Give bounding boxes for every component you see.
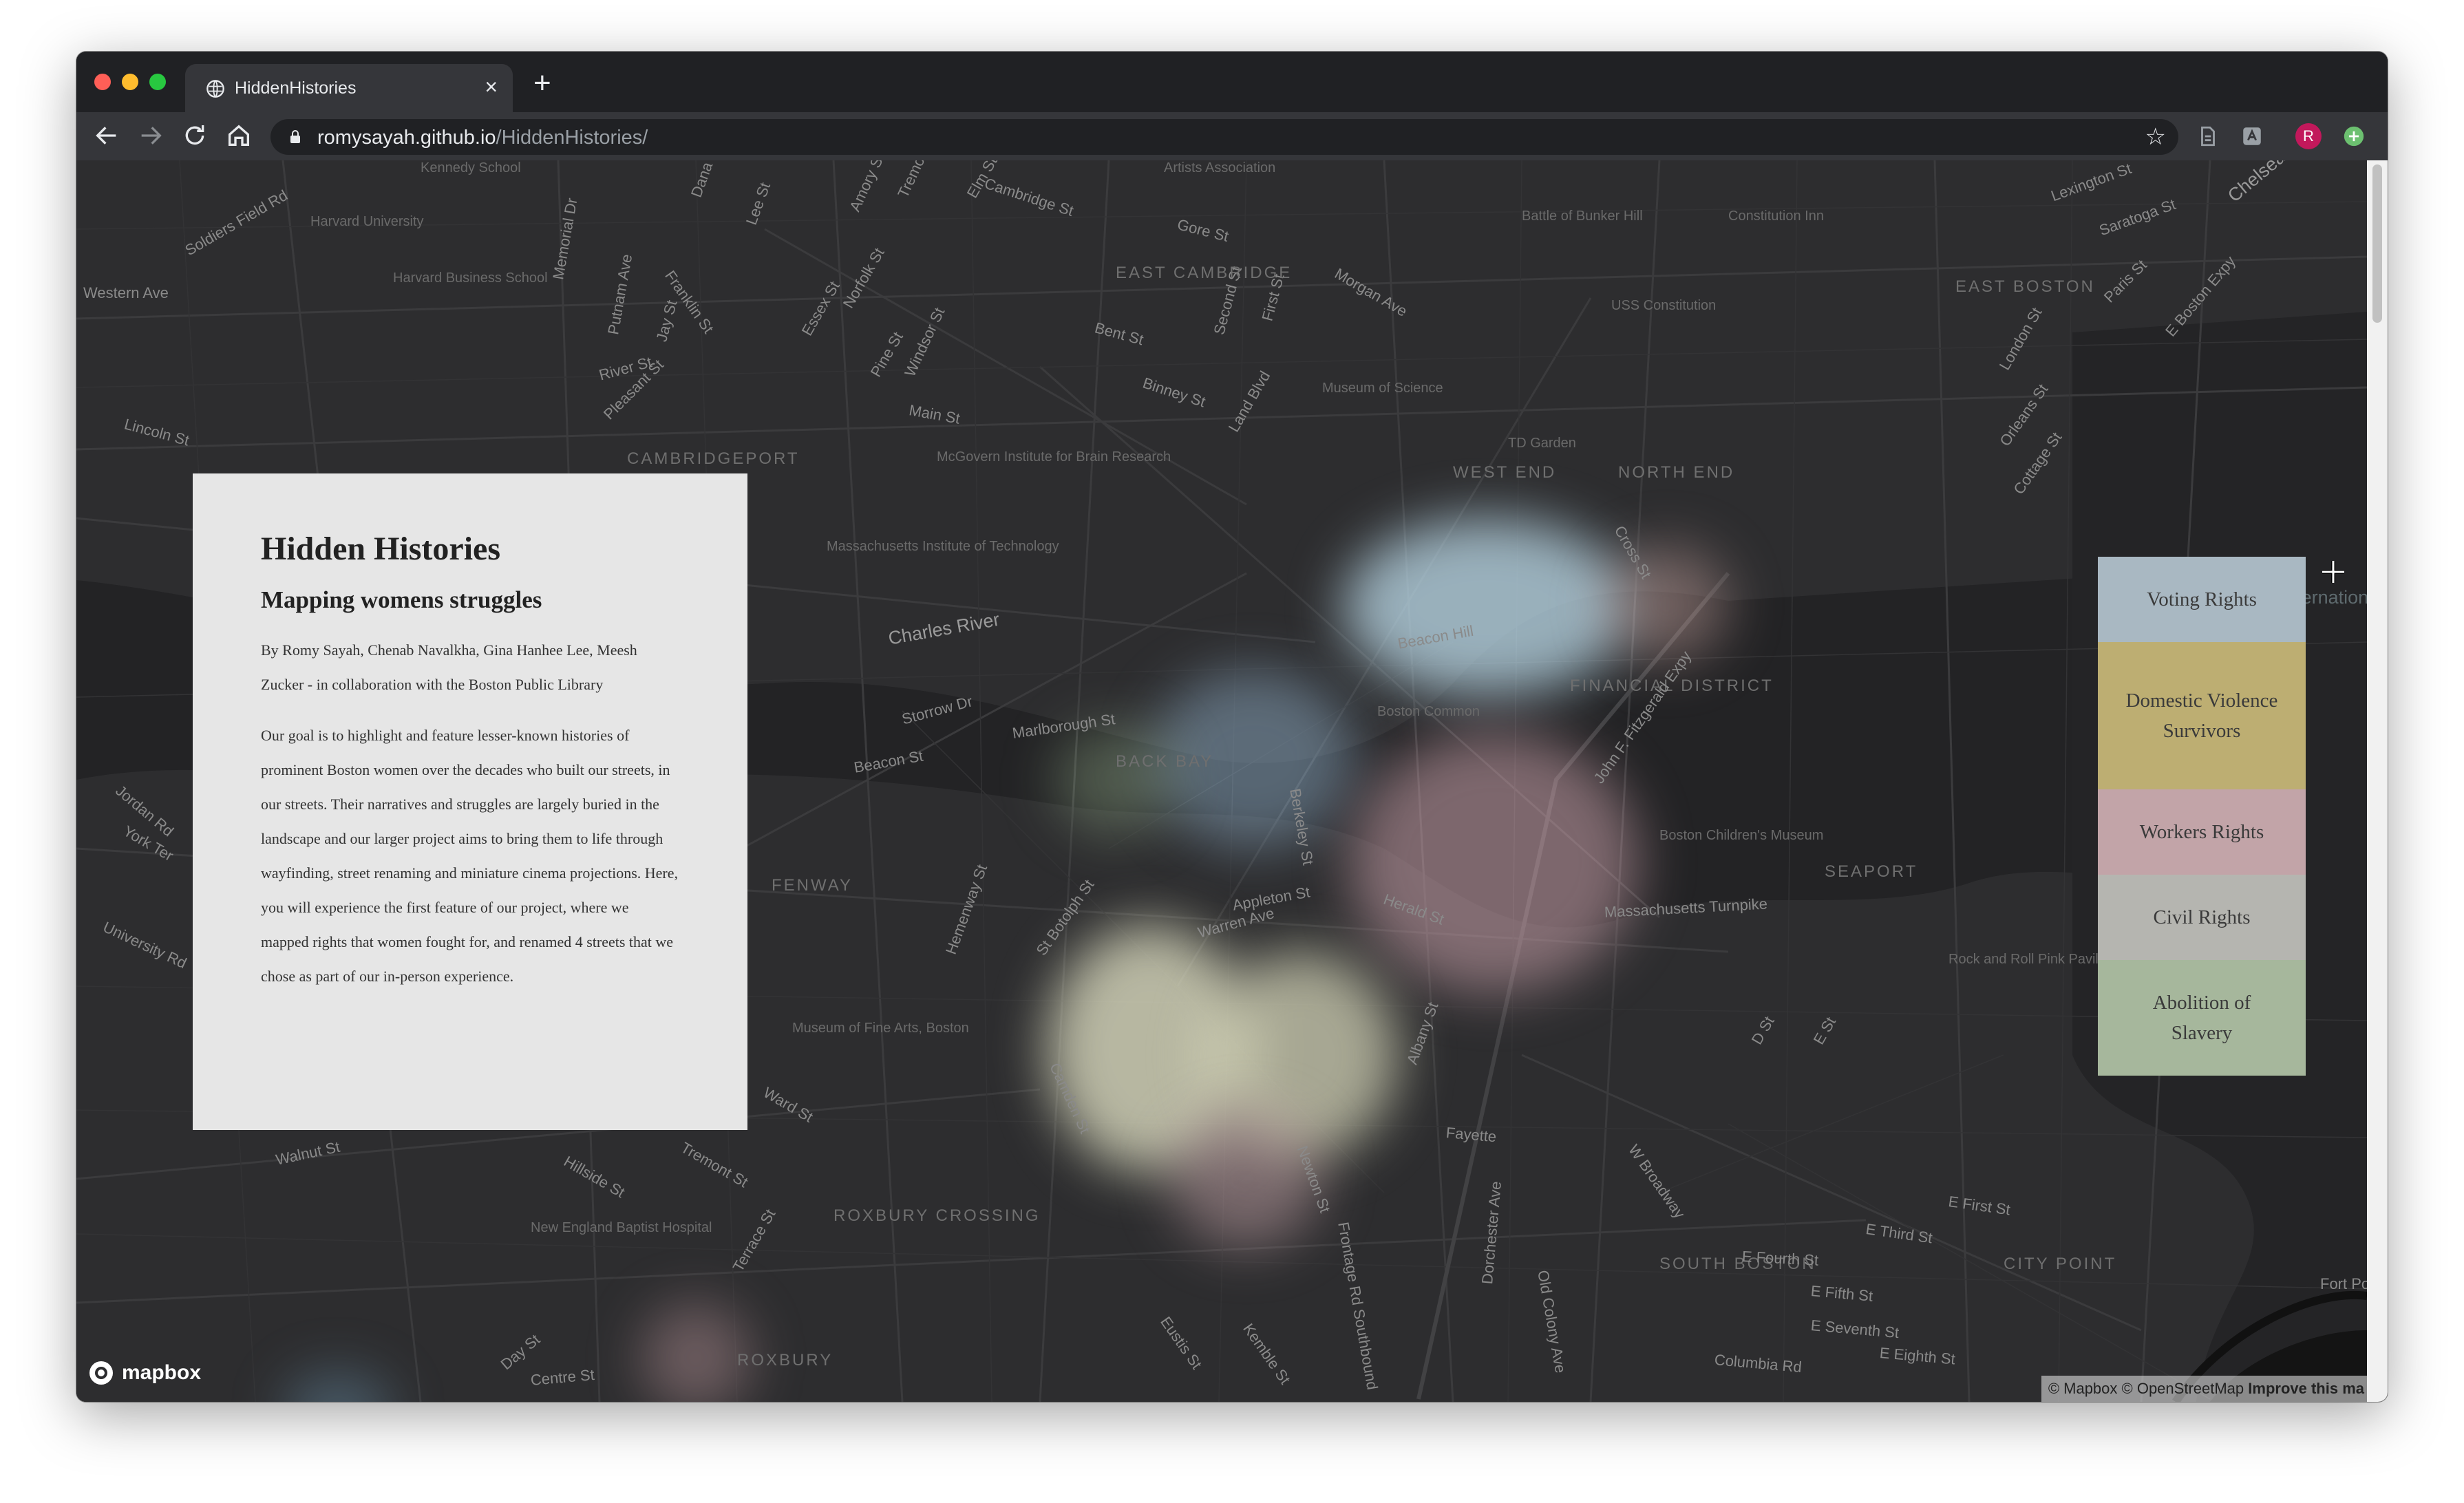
page-title: Hidden Histories xyxy=(261,531,501,567)
document-extension-icon[interactable] xyxy=(2196,125,2220,148)
map-label: CAMBRIDGEPORT xyxy=(627,449,800,468)
map-label: Museum of Fine Arts, Boston xyxy=(792,1021,969,1036)
map-label: Kennedy School xyxy=(421,160,521,175)
zoom-window-button[interactable] xyxy=(149,74,166,90)
map-label: McGovern Institute for Brain Research xyxy=(937,449,1171,465)
profile-avatar[interactable]: R xyxy=(2295,123,2322,149)
map-label: NORTH END xyxy=(1618,463,1735,482)
forward-icon[interactable] xyxy=(137,122,164,149)
voting-rights-area[interactable] xyxy=(1343,518,1632,697)
mapbox-logo-icon xyxy=(89,1361,113,1385)
map-label: Massachusetts Institute of Technology xyxy=(827,539,1059,554)
tab-title: HiddenHistories xyxy=(235,78,357,98)
map-label: Battle of Bunker Hill xyxy=(1522,209,1643,224)
browser-window: HiddenHistories × + romysayah.github.io/… xyxy=(76,52,2388,1402)
map-label: Boston Common xyxy=(1377,704,1480,719)
map-label: Museum of Science xyxy=(1322,381,1443,396)
mapbox-logo-text: mapbox xyxy=(122,1361,202,1384)
improve-map-link[interactable]: Improve this ma xyxy=(2248,1380,2364,1397)
map-label: Constitution Inn xyxy=(1728,209,1824,224)
description-text: Our goal is to highlight and feature les… xyxy=(261,727,679,985)
map-label: EAST BOSTON xyxy=(1955,277,2095,296)
tab-bar: HiddenHistories × + xyxy=(76,52,2388,112)
map-label: WEST END xyxy=(1453,463,1557,482)
legend-item-label: Civil Rights xyxy=(2153,906,2251,928)
map-label: EAST CAMBRIDGE xyxy=(1116,264,1293,282)
authors-text: By Romy Sayah, Chenab Navalkha, Gina Han… xyxy=(261,641,637,693)
star-icon[interactable]: ☆ xyxy=(2145,125,2166,149)
lock-icon xyxy=(290,130,300,143)
reload-icon[interactable] xyxy=(181,122,209,149)
map-attribution: © Mapbox © OpenStreetMap Improve this ma xyxy=(2041,1376,2367,1402)
map-label: ROXBURY CROSSING xyxy=(833,1206,1041,1225)
legend-item-civil-rights[interactable]: Civil Rights xyxy=(2098,875,2306,960)
map-label: Harvard Business School xyxy=(393,270,548,286)
legend-item-label: Voting Rights xyxy=(2147,588,2257,610)
legend-item-abolition-of-slavery[interactable]: Abolition of Slavery xyxy=(2098,960,2306,1076)
map-label: Fort Point xyxy=(2320,1275,2367,1292)
map-label: SEAPORT xyxy=(1825,862,1918,881)
legend-item-label: Domestic Violence Survivors xyxy=(2125,690,2278,742)
map-label: USS Constitution xyxy=(1611,298,1717,313)
legend-item-voting-rights[interactable]: Voting Rights xyxy=(2098,557,2306,642)
map-label: BACK BAY xyxy=(1116,752,1214,771)
map-label: New England Baptist Hospital xyxy=(531,1220,712,1235)
info-panel: Hidden Histories Mapping womens struggle… xyxy=(193,473,747,1130)
workers-rights-area-2[interactable] xyxy=(1604,546,1728,663)
url-text: romysayah.github.io/HiddenHistories/ xyxy=(317,126,648,149)
crosshair-cursor-icon xyxy=(2322,561,2344,583)
map-label: ROXBURY xyxy=(737,1351,833,1369)
legend-item-label: Abolition of Slavery xyxy=(2152,992,2251,1044)
page-viewport: Cambridge St Gore St Soldiers Field Rd H… xyxy=(76,160,2388,1402)
legend-item-workers-rights[interactable]: Workers Rights xyxy=(2098,789,2306,875)
browser-toolbar: romysayah.github.io/HiddenHistories/ ☆ R xyxy=(76,112,2388,160)
close-icon[interactable]: × xyxy=(485,75,498,98)
map-label: Rock and Roll Pink Pavilion xyxy=(1948,952,2117,967)
attribution-link[interactable]: © Mapbox © OpenStreetMap xyxy=(2048,1380,2244,1397)
page-scrollbar[interactable] xyxy=(2367,160,2388,1402)
back-icon[interactable] xyxy=(93,122,120,149)
close-window-button[interactable] xyxy=(94,74,111,90)
globe-icon xyxy=(206,80,224,98)
legend-item-label: Workers Rights xyxy=(2139,821,2264,843)
sync-extension-icon[interactable] xyxy=(2342,125,2366,148)
map-label: Boston Children's Museum xyxy=(1659,828,1824,843)
url-path: /HiddenHistories/ xyxy=(496,127,648,149)
plus-icon[interactable]: + xyxy=(533,68,551,98)
map-canvas[interactable]: Cambridge St Gore St Soldiers Field Rd H… xyxy=(76,160,2367,1402)
map-label: Artists Association xyxy=(1164,160,1276,175)
url-host: romysayah.github.io xyxy=(317,127,496,149)
address-bar[interactable]: romysayah.github.io/HiddenHistories/ ☆ xyxy=(270,119,2178,155)
map-label: Western Ave xyxy=(83,284,169,301)
tab-hidden-histories[interactable]: HiddenHistories × xyxy=(185,64,513,112)
rights-legend: Voting Rights Domestic Violence Survivor… xyxy=(2098,557,2306,1076)
scrollbar-thumb[interactable] xyxy=(2372,164,2382,323)
home-icon[interactable] xyxy=(225,122,253,149)
workers-rights-area-3[interactable] xyxy=(1171,1110,1322,1248)
minimize-window-button[interactable] xyxy=(122,74,138,90)
page-subtitle: Mapping womens struggles xyxy=(261,586,542,613)
domestic-violence-area[interactable] xyxy=(1054,725,1178,835)
mapbox-logo[interactable]: mapbox xyxy=(87,1359,201,1387)
translate-extension-icon[interactable] xyxy=(2240,125,2264,148)
map-label: FENWAY xyxy=(772,876,853,895)
legend-item-domestic-violence-survivors[interactable]: Domestic Violence Survivors xyxy=(2098,642,2306,789)
map-label: TD Garden xyxy=(1508,436,1576,451)
map-label: Harvard University xyxy=(310,214,424,229)
map-label: CITY POINT xyxy=(2004,1255,2117,1273)
